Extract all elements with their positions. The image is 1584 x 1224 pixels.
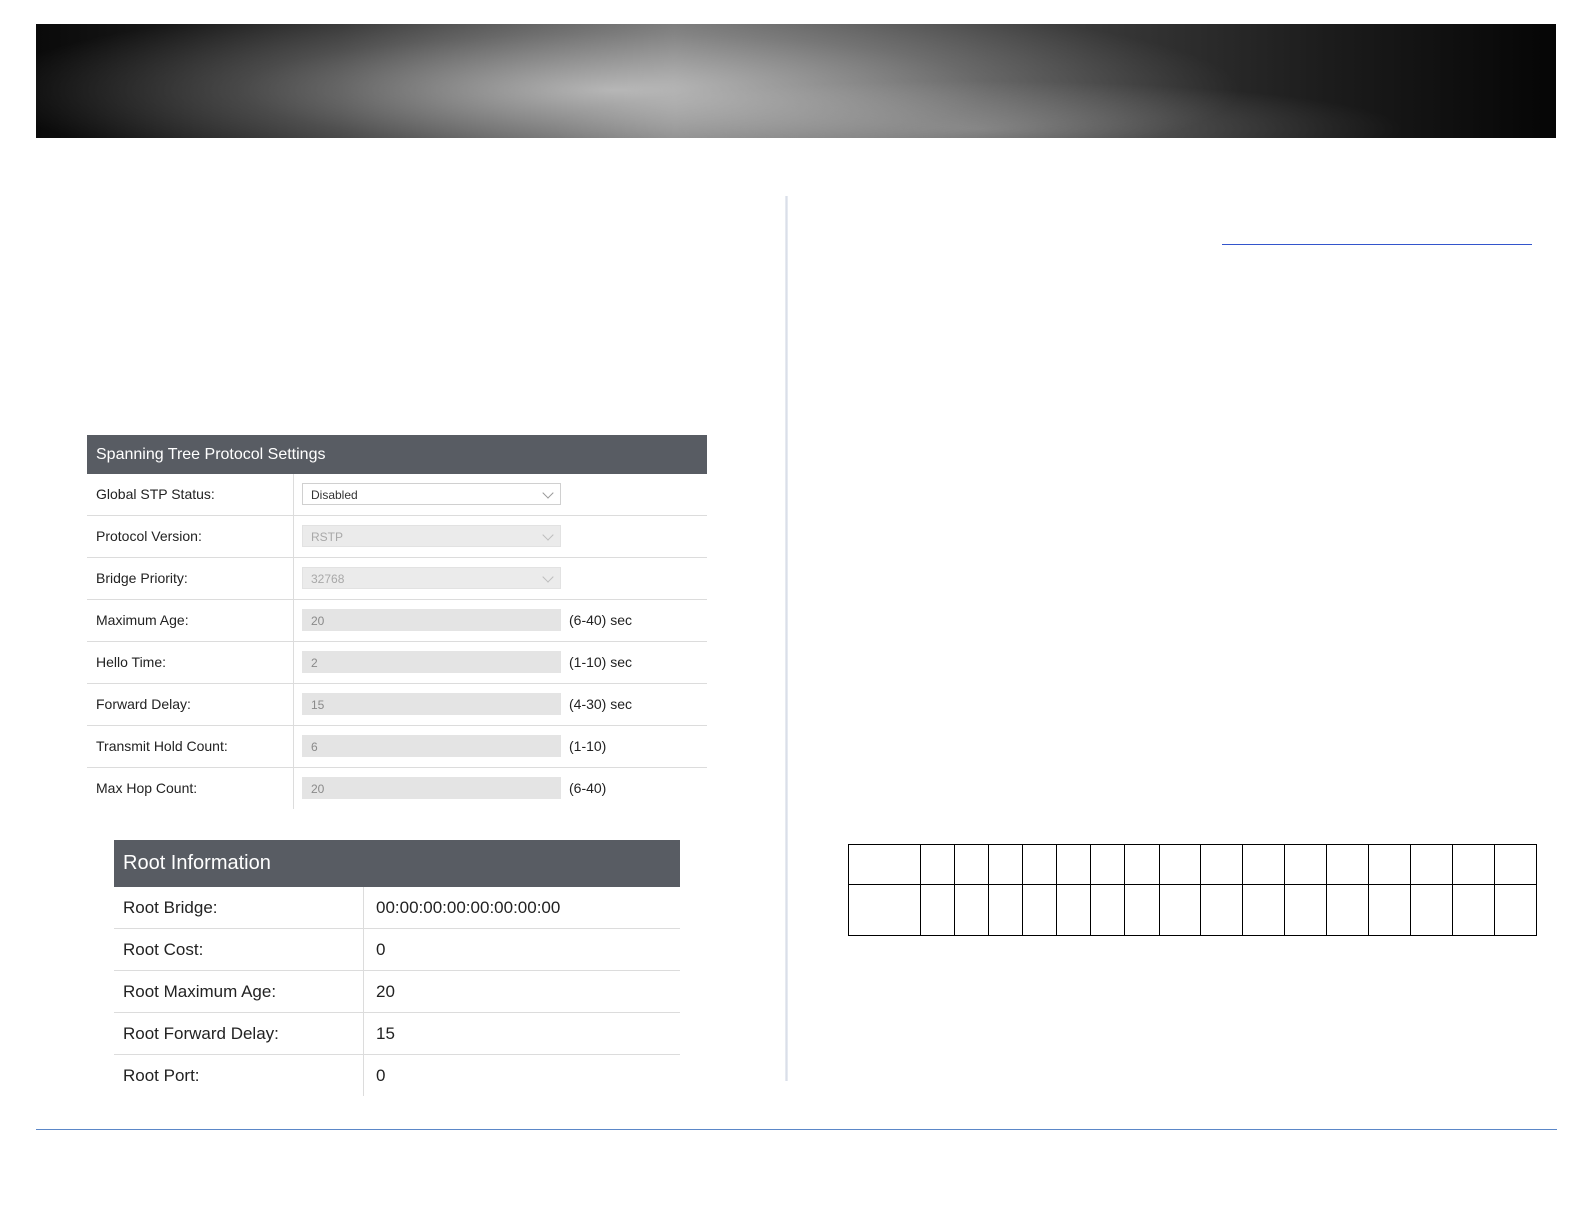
protocol-version-value: RSTP	[311, 530, 344, 544]
stp-settings-title: Spanning Tree Protocol Settings	[87, 435, 707, 474]
hyperlink-underline[interactable]	[1222, 244, 1532, 245]
root-forward-delay-value: 15	[376, 1024, 395, 1043]
global-stp-status-label: Global STP Status:	[87, 474, 294, 515]
transmit-hold-count-input: 6	[302, 735, 561, 757]
root-bridge-label: Root Bridge:	[114, 887, 364, 928]
table-row	[848, 844, 1537, 885]
table-row	[848, 884, 1537, 936]
root-bridge-value: 00:00:00:00:00:00:00:00	[376, 898, 561, 917]
forward-delay-label: Forward Delay:	[87, 684, 294, 725]
hello-time-range: (1-10) sec	[569, 654, 633, 670]
transmit-hold-count-label: Transmit Hold Count:	[87, 726, 294, 767]
protocol-version-row: Protocol Version: RSTP	[87, 516, 707, 558]
root-forward-delay-row: Root Forward Delay: 15	[114, 1013, 680, 1055]
protocol-version-label: Protocol Version:	[87, 516, 294, 557]
root-forward-delay-label: Root Forward Delay:	[114, 1013, 364, 1054]
chevron-down-icon	[542, 571, 554, 583]
header-banner	[36, 24, 1556, 138]
stp-settings-panel: Spanning Tree Protocol Settings Global S…	[87, 435, 707, 809]
bridge-priority-row: Bridge Priority: 32768	[87, 558, 707, 600]
root-maximum-age-label: Root Maximum Age:	[114, 971, 364, 1012]
root-cost-row: Root Cost: 0	[114, 929, 680, 971]
bridge-priority-label: Bridge Priority:	[87, 558, 294, 599]
hello-time-label: Hello Time:	[87, 642, 294, 683]
root-bridge-row: Root Bridge: 00:00:00:00:00:00:00:00	[114, 887, 680, 929]
maximum-age-label: Maximum Age:	[87, 600, 294, 641]
empty-grid-table	[848, 844, 1537, 936]
root-information-title: Root Information	[114, 840, 680, 887]
global-stp-status-row: Global STP Status: Disabled	[87, 474, 707, 516]
root-port-value: 0	[376, 1066, 386, 1085]
max-hop-count-range: (6-40)	[569, 780, 607, 796]
max-hop-count-label: Max Hop Count:	[87, 768, 294, 809]
bridge-priority-value: 32768	[311, 572, 345, 586]
hello-time-input: 2	[302, 651, 561, 673]
transmit-hold-count-range: (1-10)	[569, 738, 607, 754]
chevron-down-icon	[542, 487, 554, 499]
global-stp-status-value: Disabled	[311, 488, 358, 502]
maximum-age-range: (6-40) sec	[569, 612, 633, 628]
chevron-down-icon	[542, 529, 554, 541]
root-information-panel: Root Information Root Bridge: 00:00:00:0…	[114, 840, 680, 1096]
root-maximum-age-row: Root Maximum Age: 20	[114, 971, 680, 1013]
bridge-priority-select: 32768	[302, 567, 561, 589]
root-cost-label: Root Cost:	[114, 929, 364, 970]
column-divider	[785, 196, 788, 1081]
root-port-label: Root Port:	[114, 1055, 364, 1096]
max-hop-count-row: Max Hop Count: 20 (6-40)	[87, 768, 707, 809]
maximum-age-row: Maximum Age: 20 (6-40) sec	[87, 600, 707, 642]
transmit-hold-count-row: Transmit Hold Count: 6 (1-10)	[87, 726, 707, 768]
forward-delay-row: Forward Delay: 15 (4-30) sec	[87, 684, 707, 726]
maximum-age-input: 20	[302, 609, 561, 631]
forward-delay-input: 15	[302, 693, 561, 715]
root-cost-value: 0	[376, 940, 386, 959]
hello-time-row: Hello Time: 2 (1-10) sec	[87, 642, 707, 684]
max-hop-count-input: 20	[302, 777, 561, 799]
root-maximum-age-value: 20	[376, 982, 395, 1001]
protocol-version-select: RSTP	[302, 525, 561, 547]
root-port-row: Root Port: 0	[114, 1055, 680, 1096]
global-stp-status-select[interactable]: Disabled	[302, 483, 561, 505]
forward-delay-range: (4-30) sec	[569, 696, 633, 712]
footer-divider	[36, 1129, 1557, 1130]
